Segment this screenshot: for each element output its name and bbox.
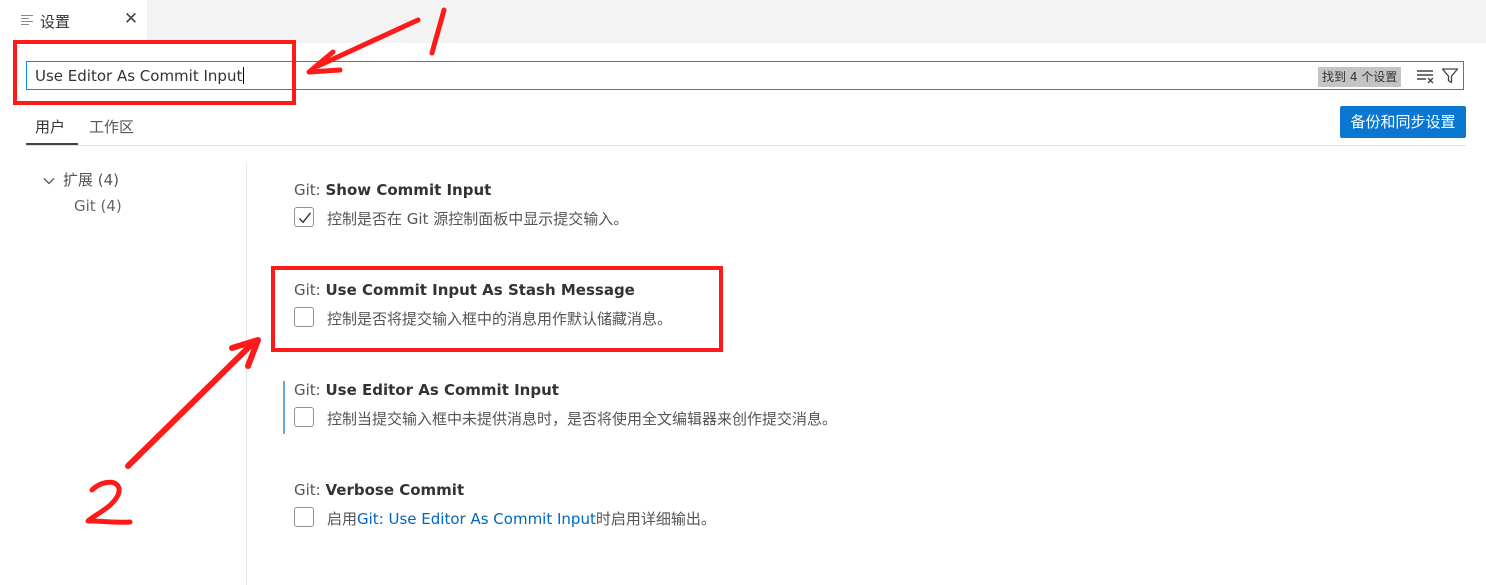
annotation-number-1 [429, 7, 447, 56]
annotation-arrow-2 [125, 343, 253, 469]
annotation-arrow-1 [315, 17, 421, 69]
annotation-overlay [85, 7, 447, 525]
annotation-number-2 [85, 479, 133, 525]
